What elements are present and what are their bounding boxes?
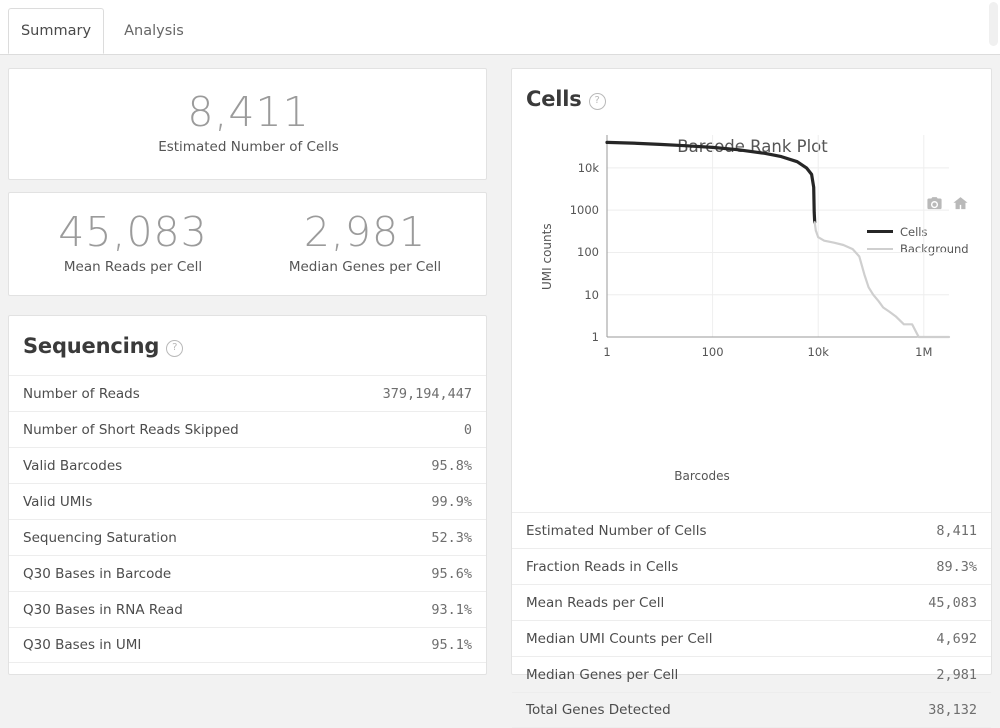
- estimated-cells-label: Estimated Number of Cells: [158, 139, 339, 155]
- tab-summary-label: Summary: [20, 23, 92, 39]
- page-scrollbar[interactable]: [989, 2, 998, 46]
- mean-reads-value: 45,083: [58, 208, 208, 256]
- row-key: Median Genes per Cell: [526, 666, 679, 683]
- row-value: 38,132: [928, 702, 977, 718]
- row-value: 95.6%: [431, 565, 472, 582]
- table-row: Q30 Bases in UMI 95.1%: [9, 627, 486, 663]
- table-row: Valid UMIs 99.9%: [9, 483, 486, 519]
- cells-title: Cells?: [526, 87, 606, 111]
- row-key: Valid Barcodes: [23, 457, 123, 474]
- y-tick: 10k: [577, 160, 599, 175]
- y-tick: 10: [584, 287, 599, 302]
- row-key: Q30 Bases in UMI: [23, 637, 142, 653]
- row-value: 45,083: [928, 594, 977, 611]
- table-row: Number of Short Reads Skipped 0: [9, 411, 486, 447]
- sequencing-title: Sequencing?: [23, 334, 184, 358]
- cells-table: Estimated Number of Cells 8,411 Fraction R…: [512, 512, 991, 728]
- metric-estimated-cells: 8,411 Estimated Number of Cells: [9, 87, 488, 155]
- x-tick: 1M: [915, 345, 933, 359]
- metric-median-genes: 2,981 Median Genes per Cell: [249, 207, 481, 275]
- y-tick: 1: [591, 330, 599, 344]
- table-row: Number of Reads 379,194,447: [9, 375, 486, 411]
- row-key: Sequencing Saturation: [23, 529, 177, 546]
- y-tick: 1000: [569, 203, 599, 218]
- row-key: Fraction Reads in Cells: [526, 558, 679, 575]
- x-tick: 1: [603, 345, 611, 359]
- table-row: Total Genes Detected 38,132: [512, 692, 991, 728]
- row-key: Number of Reads: [23, 385, 140, 402]
- row-key: Mean Reads per Cell: [526, 594, 665, 611]
- table-row: Median Genes per Cell 2,981: [512, 656, 991, 692]
- table-row: Fraction Reads in Cells 89.3%: [512, 548, 991, 584]
- row-key: Estimated Number of Cells: [526, 522, 707, 539]
- series-line: [813, 221, 951, 339]
- tab-bar: Summary Analysis: [0, 0, 1000, 55]
- cells-title-text: Cells: [526, 87, 582, 111]
- row-value: 95.1%: [431, 637, 472, 653]
- table-row: Q30 Bases in Barcode 95.6%: [9, 555, 486, 591]
- estimated-cells-value: 8,411: [187, 88, 310, 136]
- question-mark-circle-icon[interactable]: ?: [166, 340, 184, 357]
- row-key: Number of Short Reads Skipped: [23, 421, 239, 438]
- reads-genes-card: 45,083 Mean Reads per Cell 2,981 Median …: [8, 192, 487, 296]
- tab-analysis[interactable]: Analysis: [104, 8, 204, 54]
- row-value: 52.3%: [431, 529, 472, 546]
- x-tick: 10k: [807, 345, 829, 359]
- sequencing-table: Number of Reads 379,194,447 Number of Shor…: [9, 375, 486, 663]
- row-value: 379,194,447: [382, 385, 472, 402]
- barcode-rank-plot[interactable]: Barcode Rank Plot Cells Background UMI c…: [512, 115, 993, 500]
- row-value: 4,692: [936, 630, 977, 647]
- tab-analysis-label: Analysis: [124, 23, 184, 39]
- row-value: 0: [463, 421, 472, 438]
- row-value: 89.3%: [936, 558, 977, 575]
- cells-card: Cells? Barcode Rank Plot Cells Backgroun…: [511, 68, 993, 728]
- row-key: Valid UMIs: [23, 493, 93, 510]
- table-row: Q30 Bases in RNA Read 93.1%: [9, 591, 486, 627]
- y-tick: 100: [577, 245, 599, 260]
- question-mark-circle-icon[interactable]: ?: [588, 93, 606, 110]
- row-key: Median UMI Counts per Cell: [526, 630, 713, 647]
- estimated-cells-card: 8,411 Estimated Number of Cells: [8, 68, 487, 180]
- median-genes-value: 2,981: [303, 208, 427, 256]
- metric-mean-reads: 45,083 Mean Reads per Cell: [17, 207, 249, 275]
- x-tick: 100: [701, 345, 724, 359]
- table-row: Mean Reads per Cell 45,083: [512, 584, 991, 620]
- tab-summary[interactable]: Summary: [8, 8, 104, 54]
- row-value: 2,981: [936, 666, 977, 683]
- row-value: 8,411: [936, 522, 977, 539]
- sequencing-card: Sequencing? Number of Reads 379,194,447 Nu…: [8, 315, 487, 675]
- mean-reads-label: Mean Reads per Cell: [63, 259, 203, 275]
- table-row: Valid Barcodes 95.8%: [9, 447, 486, 483]
- row-value: 93.1%: [431, 601, 472, 618]
- sequencing-title-text: Sequencing: [23, 334, 160, 358]
- table-row: Sequencing Saturation 52.3%: [9, 519, 486, 555]
- row-value: 99.9%: [431, 493, 472, 510]
- median-genes-label: Median Genes per Cell: [288, 259, 442, 275]
- row-value: 95.8%: [431, 457, 472, 474]
- table-row: Median UMI Counts per Cell 4,692: [512, 620, 991, 656]
- row-key: Total Genes Detected: [526, 702, 671, 718]
- row-key: Q30 Bases in RNA Read: [23, 601, 183, 618]
- table-row: Estimated Number of Cells 8,411: [512, 512, 991, 548]
- row-key: Q30 Bases in Barcode: [23, 565, 172, 582]
